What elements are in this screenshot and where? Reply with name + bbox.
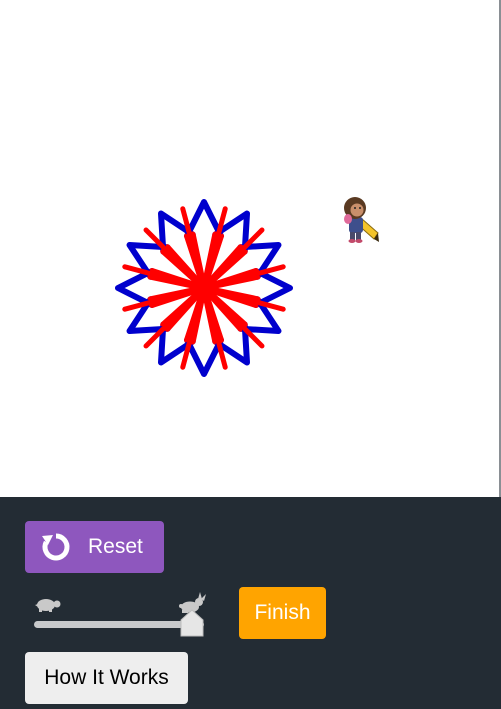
drawing-svg (115, 197, 379, 377)
reset-label: Reset (88, 535, 143, 558)
artist-character-icon (344, 197, 379, 243)
control-panel: Reset Finish How It Works (0, 497, 501, 709)
reset-button[interactable]: Reset (25, 521, 164, 573)
finish-button[interactable]: Finish (239, 587, 326, 639)
turtle-icon (32, 596, 62, 612)
refresh-icon (40, 531, 72, 563)
slider-thumb[interactable] (180, 609, 204, 637)
rotated-square-flower (115, 199, 293, 377)
speed-slider[interactable] (30, 592, 210, 637)
drawing-canvas (0, 0, 501, 497)
how-it-works-button[interactable]: How It Works (25, 652, 188, 704)
artist-app: Reset Finish How It Works (0, 0, 501, 709)
slider-track[interactable] (34, 621, 204, 628)
